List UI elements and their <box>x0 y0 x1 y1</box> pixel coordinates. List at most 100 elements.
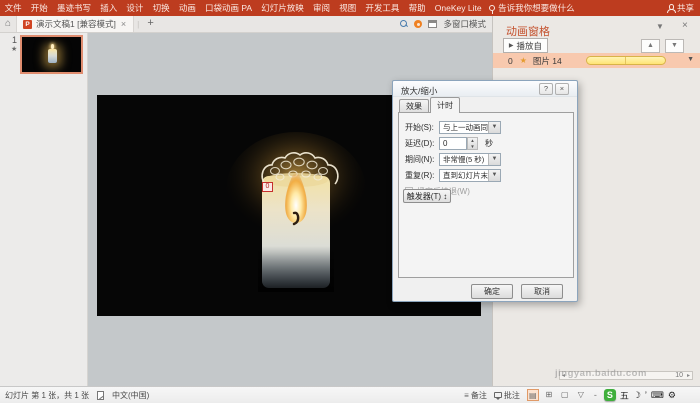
document-tab-bar: ⌂ P 演示文稿1 [兼容模式] × | + 多窗口模式 <box>0 16 492 33</box>
move-earlier-button[interactable]: ▲ <box>641 39 660 53</box>
play-from-label: 播放自 <box>517 40 543 52</box>
keyboard-icon[interactable]: ⌨ <box>651 390 664 401</box>
status-right: ≡ 备注 批注 ▤ ⊞ ▢ ▽ - S 五 ☽ ’ ⌨ ⚙ <box>464 387 676 403</box>
candle-image[interactable] <box>222 128 372 298</box>
language-indicator[interactable]: 中文(中国) <box>112 390 149 401</box>
repeat-label: 重复(R): <box>405 169 434 182</box>
multi-window-icon[interactable] <box>428 20 437 28</box>
status-left: 幻灯片 第 1 张，共 1 张 中文(中国) <box>5 387 149 403</box>
menu-item-transitions[interactable]: 切换 <box>148 0 174 16</box>
duration-value: 非常慢(5 秒) <box>443 154 484 165</box>
tab-timing[interactable]: 计时 <box>430 97 460 113</box>
trigger-button[interactable]: 触发器(T) ↕ <box>403 189 451 203</box>
proofing-icon[interactable] <box>97 391 104 400</box>
duration-dropdown-icon[interactable]: ▼ <box>488 154 500 165</box>
menu-item-slideshow[interactable]: 幻灯片放映 <box>257 0 309 16</box>
ppt-file-icon: P <box>23 20 32 29</box>
play-icon: ▶ <box>509 42 514 49</box>
pane-close-icon[interactable]: × <box>682 20 688 31</box>
slideshow-view-button[interactable]: ▽ <box>575 389 587 401</box>
ruler-right-arrow-icon[interactable]: ▸ <box>687 372 690 379</box>
repeat-dropdown-icon[interactable]: ▼ <box>488 170 500 181</box>
spin-down-icon[interactable]: ▼ <box>470 144 474 149</box>
delay-unit: 秒 <box>485 137 493 150</box>
new-tab-button[interactable]: + <box>142 16 158 32</box>
document-tab[interactable]: P 演示文稿1 [兼容模式] × <box>16 16 134 32</box>
thumbnail-candle-image <box>48 49 57 63</box>
animation-list-item[interactable]: 0 ★ 图片 14 ▼ <box>493 53 700 68</box>
ruler-seconds-mark: 10 <box>675 372 683 379</box>
comments-button[interactable]: 批注 <box>494 390 520 401</box>
slide-info: 幻灯片 第 1 张，共 1 张 <box>5 390 89 401</box>
menu-item-home[interactable]: 开始 <box>26 0 52 16</box>
animation-order-badge[interactable]: 0 <box>262 182 273 192</box>
menu-item-developer[interactable]: 开发工具 <box>361 0 404 16</box>
tell-me-box[interactable]: 告诉我你想要做什么 <box>489 2 575 14</box>
spin-up-icon[interactable]: ▲ <box>470 138 474 143</box>
menu-item-onekey[interactable]: OneKey Lite <box>430 0 486 16</box>
zoom-out-button[interactable]: - <box>594 390 597 400</box>
menu-item-animations[interactable]: 动画 <box>174 0 200 16</box>
delay-spinner[interactable]: ▲ ▼ <box>467 137 478 150</box>
document-tab-title: 演示文稿1 [兼容模式] <box>36 18 116 30</box>
move-later-button[interactable]: ▼ <box>665 39 684 53</box>
dialog-close-button[interactable]: × <box>555 83 569 95</box>
slide-sorter-view-button[interactable]: ⊞ <box>543 389 555 401</box>
notes-button[interactable]: ≡ 备注 <box>464 390 487 401</box>
input-method-bar: S 五 ☽ ’ ⌨ ⚙ <box>604 389 676 402</box>
animation-item-order: 0 <box>508 56 513 66</box>
delay-input[interactable]: 0 <box>439 137 467 150</box>
slide-animation-star-icon: ★ <box>11 45 17 53</box>
toolbox-icon[interactable]: ⚙ <box>668 390 676 401</box>
dialog-titlebar[interactable]: 放大/缩小 ? × <box>393 81 577 97</box>
skin-settings-icon[interactable] <box>414 20 422 28</box>
share-label: 共享 <box>677 0 694 16</box>
moon-icon[interactable]: ☽ <box>633 390 641 401</box>
animation-item-dropdown-icon[interactable]: ▼ <box>687 56 694 63</box>
home-icon[interactable]: ⌂ <box>0 16 16 32</box>
ok-button[interactable]: 确定 <box>471 284 513 299</box>
duration-combobox[interactable]: 非常慢(5 秒) ▼ <box>439 153 501 166</box>
menu-item-pocket-animation[interactable]: 口袋动画 PA <box>200 0 256 16</box>
punctuation-icon[interactable]: ’ <box>645 390 647 400</box>
grow-shrink-dialog: 放大/缩小 ? × 效果 计时 开始(S): 与上一动画同时 ▼ 延迟(D): … <box>392 80 578 302</box>
reading-view-button[interactable]: ▢ <box>559 389 571 401</box>
animation-effect-star-icon: ★ <box>520 56 527 65</box>
timing-tab-page: 开始(S): 与上一动画同时 ▼ 延迟(D): 0 ▲ ▼ 秒 期间(N): <box>398 112 574 278</box>
pane-menu-icon[interactable]: ▼ <box>656 22 664 31</box>
cancel-button[interactable]: 取消 <box>521 284 563 299</box>
menu-item-design[interactable]: 设计 <box>122 0 148 16</box>
repeat-combobox[interactable]: 直到幻灯片末尾 ▼ <box>439 169 501 182</box>
tab-effect[interactable]: 效果 <box>399 99 429 113</box>
menu-item-review[interactable]: 审阅 <box>308 0 334 16</box>
share-button[interactable]: 共享 <box>667 0 694 16</box>
slide-thumbnail[interactable] <box>20 35 83 74</box>
normal-view-button[interactable]: ▤ <box>527 389 539 401</box>
comment-icon <box>494 392 502 398</box>
tab-close-icon[interactable]: × <box>120 19 127 29</box>
animation-timeline-bar[interactable] <box>586 56 666 65</box>
animation-pane-title: 动画窗格 <box>506 23 550 39</box>
start-dropdown-icon[interactable]: ▼ <box>488 122 500 133</box>
status-bar: 幻灯片 第 1 张，共 1 张 中文(中国) ≡ 备注 批注 ▤ ⊞ ▢ ▽ -… <box>0 386 700 403</box>
wubi-mode-icon[interactable]: 五 <box>620 389 629 402</box>
menu-item-file[interactable]: 文件 <box>0 0 26 16</box>
menu-bar: 文件 开始 墨迹书写 插入 设计 切换 动画 口袋动画 PA 幻灯片放映 审阅 … <box>0 0 700 16</box>
sogou-logo-icon[interactable]: S <box>604 389 616 401</box>
animation-item-label: 图片 14 <box>533 55 562 67</box>
menu-item-ink[interactable]: 墨迹书写 <box>52 0 95 16</box>
duration-label: 期间(N): <box>405 153 434 166</box>
application-window: 文件 开始 墨迹书写 插入 设计 切换 动画 口袋动画 PA 幻灯片放映 审阅 … <box>0 0 700 403</box>
start-label: 开始(S): <box>405 121 434 134</box>
dialog-help-button[interactable]: ? <box>539 83 553 95</box>
menu-item-help[interactable]: 帮助 <box>404 0 430 16</box>
tabbar-tools: 多窗口模式 <box>400 16 486 32</box>
tell-me-label: 告诉我你想要做什么 <box>498 2 575 14</box>
start-combobox[interactable]: 与上一动画同时 ▼ <box>439 121 501 134</box>
menu-item-insert[interactable]: 插入 <box>96 0 122 16</box>
lightbulb-icon <box>489 5 495 11</box>
search-icon[interactable] <box>400 20 408 28</box>
menu-item-view[interactable]: 视图 <box>335 0 361 16</box>
multi-window-label[interactable]: 多窗口模式 <box>443 18 486 30</box>
play-from-button[interactable]: ▶ 播放自 <box>503 38 548 53</box>
